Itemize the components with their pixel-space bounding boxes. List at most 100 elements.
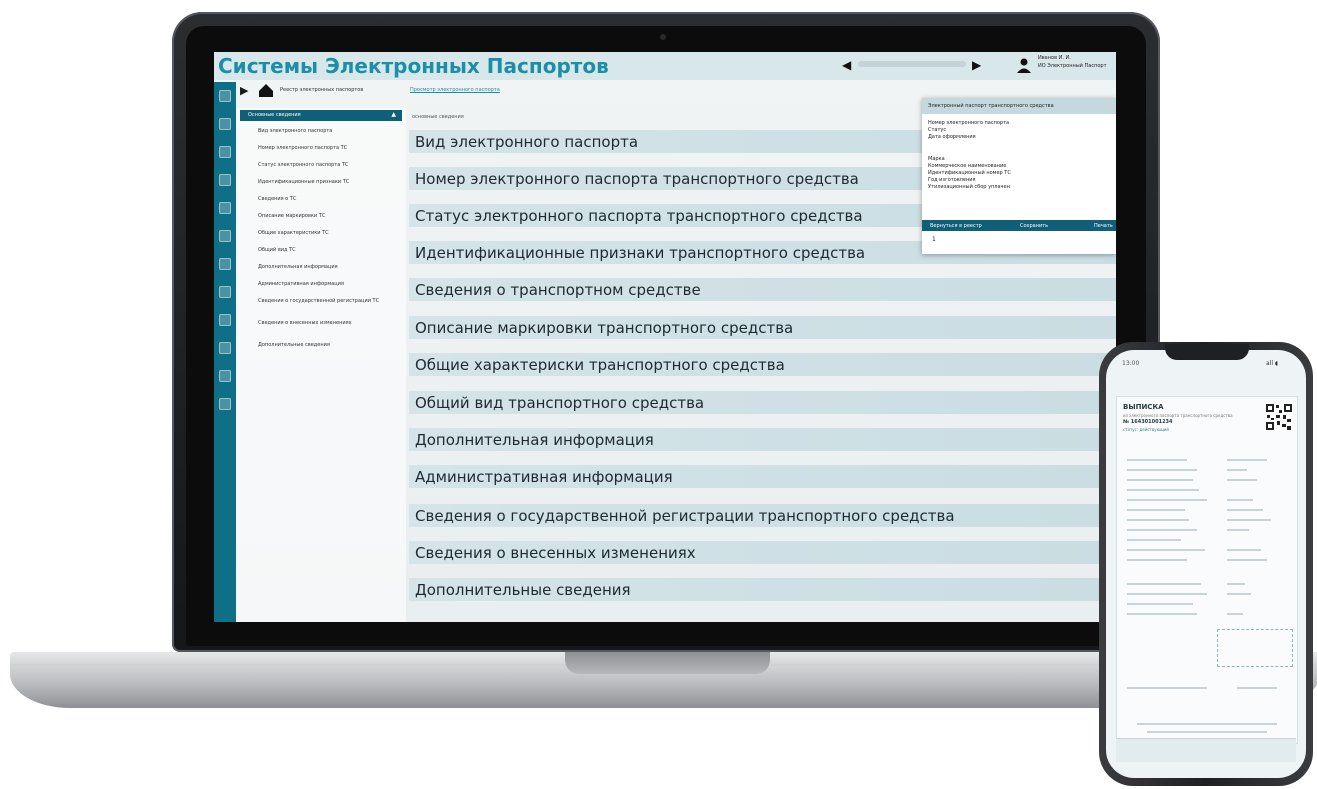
- nav-prev-icon[interactable]: ◀: [842, 58, 851, 72]
- passport-extract-card[interactable]: ВЫПИСКА из электронного паспорта транспо…: [1116, 396, 1298, 744]
- app-title: Системы Электронных Паспортов: [218, 54, 609, 78]
- section-row[interactable]: Сведения о транспортном средстве: [409, 278, 1116, 301]
- lock-icon[interactable]: [219, 342, 231, 354]
- phone-status-icons: all ◖: [1266, 360, 1279, 367]
- sidebar-item[interactable]: Общий вид ТС: [258, 247, 296, 253]
- section-row[interactable]: Дополнительная информация: [409, 428, 1116, 451]
- help-icon[interactable]: [219, 398, 231, 410]
- user-icon[interactable]: [1016, 57, 1032, 73]
- chart-icon[interactable]: [219, 286, 231, 298]
- phone-screen: 13:00 all ◖ ВЫПИСКА из электронного пасп…: [1106, 350, 1306, 778]
- back-to-registry-button[interactable]: Вернуться в реестр: [930, 223, 982, 229]
- save-button[interactable]: Сохранить: [1020, 223, 1048, 229]
- section-label: Вид электронного паспорта: [415, 133, 639, 151]
- section-row[interactable]: Дополнительные сведения: [409, 578, 1116, 601]
- sidebar-item[interactable]: Идентификационные признаки ТС: [258, 179, 349, 185]
- doc-field-line: [1227, 469, 1247, 471]
- sidebar-menu: Основные сведения ▲ Вид электронного пас…: [236, 108, 406, 622]
- doc-field-line: [1137, 723, 1277, 725]
- doc-subtitle: из электронного паспорта транспортного с…: [1123, 413, 1233, 418]
- doc-field-line: [1127, 499, 1207, 501]
- doc-field-line: [1227, 549, 1261, 551]
- sidebar-item-active[interactable]: Основные сведения ▲: [240, 110, 402, 121]
- doc-field-line: [1227, 459, 1267, 461]
- user-name: Иванов И. И.: [1038, 55, 1071, 61]
- popup-field-label: Утилизационный сбор уплачен: [928, 184, 1010, 190]
- breadcrumb-registry-link[interactable]: Реестр электронных паспортов: [280, 87, 363, 93]
- section-label: Административная информация: [415, 468, 673, 486]
- doc-field-line: [1127, 509, 1185, 511]
- doc-field-line: [1227, 479, 1257, 481]
- phone-bottom-bar: [1116, 738, 1296, 762]
- car-icon[interactable]: [219, 174, 231, 186]
- section-row[interactable]: Сведения о внесенных изменениях: [409, 541, 1116, 564]
- doc-field-line: [1127, 469, 1197, 471]
- sidebar-item[interactable]: Номер электронного паспорта ТС: [258, 145, 347, 151]
- list-icon[interactable]: [219, 146, 231, 158]
- doc-title: ВЫПИСКА: [1123, 403, 1164, 411]
- section-row[interactable]: Общие характериски транспортного средств…: [409, 353, 1116, 376]
- sidebar-item[interactable]: Сведения о ТС: [258, 196, 296, 202]
- nav-indicator: [858, 61, 966, 67]
- doc-field-line: [1227, 593, 1251, 595]
- section-label: Сведения о транспортном средстве: [415, 281, 701, 299]
- doc-field-line: [1227, 499, 1253, 501]
- popup-button-bar: Вернуться в реестр Сохранить Печать: [922, 220, 1116, 231]
- print-button[interactable]: Печать: [1094, 223, 1113, 229]
- user-rail-icon[interactable]: [219, 202, 231, 214]
- section-caption: основные сведения: [412, 114, 464, 120]
- doc-field-line: [1227, 509, 1263, 511]
- home-icon[interactable]: [258, 82, 274, 98]
- section-label: Описание маркировки транспортного средст…: [415, 319, 794, 337]
- sidebar-item[interactable]: Описание маркировки ТС: [258, 213, 325, 219]
- popup-field-label: Год изготовления: [928, 177, 976, 183]
- print-icon[interactable]: [219, 370, 231, 382]
- app-header: Системы Электронных Паспортов ◀ ▶ Иванов…: [214, 52, 1116, 80]
- menu-toggle-icon[interactable]: ▶: [240, 84, 248, 97]
- section-row[interactable]: Описание маркировки транспортного средст…: [409, 316, 1116, 339]
- dashboard-icon[interactable]: [219, 90, 231, 102]
- doc-field-line: [1127, 519, 1189, 521]
- sidebar-item[interactable]: Статус электронного паспорта ТС: [258, 162, 348, 168]
- sidebar-item[interactable]: Вид электронного паспорта: [258, 128, 332, 134]
- sidebar-item[interactable]: Дополнительная информация: [258, 264, 338, 270]
- doc-number: № 164301001234: [1123, 419, 1173, 425]
- phone-notch: [1165, 344, 1249, 360]
- doc-field-line: [1127, 529, 1197, 531]
- doc-status: статус: действующий: [1123, 427, 1169, 432]
- doc-field-line: [1127, 549, 1205, 551]
- user-org: ИО Электронный Паспорт: [1038, 63, 1107, 69]
- qr-code-icon: [1265, 403, 1293, 431]
- search-icon[interactable]: [219, 230, 231, 242]
- doc-field-line: [1127, 559, 1187, 561]
- section-row[interactable]: Административная информация: [409, 465, 1116, 488]
- section-row[interactable]: Сведения о государственной регистрации т…: [409, 504, 1116, 527]
- sidebar-item[interactable]: Административная информация: [258, 281, 344, 287]
- nav-next-icon[interactable]: ▶: [972, 58, 981, 72]
- section-label: Сведения о государственной регистрации т…: [415, 507, 955, 525]
- doc-field-line: [1237, 687, 1277, 689]
- gear-icon[interactable]: [219, 258, 231, 270]
- icon-rail: [214, 82, 236, 622]
- section-label: Номер электронного паспорта транспортног…: [415, 170, 859, 188]
- section-row[interactable]: Общий вид транспортного средства: [409, 391, 1116, 414]
- section-label: Общие характериски транспортного средств…: [415, 356, 785, 374]
- archive-icon[interactable]: [219, 314, 231, 326]
- doc-field-line: [1127, 583, 1201, 585]
- doc-field-line: [1127, 479, 1193, 481]
- camera-icon: [660, 34, 666, 40]
- doc-field-line: [1227, 529, 1249, 531]
- doc-field-line: [1227, 613, 1243, 615]
- sidebar-item[interactable]: Сведения о государственной регистрации Т…: [258, 298, 388, 304]
- documents-icon[interactable]: [219, 118, 231, 130]
- popup-field-label: Номер электронного паспорта: [928, 120, 1010, 126]
- doc-field-line: [1227, 519, 1271, 521]
- sidebar-item[interactable]: Сведения о внесенных изменениях: [258, 320, 368, 326]
- caret-up-icon: ▲: [391, 111, 396, 118]
- sidebar-item[interactable]: Общие характеристики ТС: [258, 230, 329, 236]
- breadcrumb-current[interactable]: Просмотр электронного паспорта: [410, 87, 500, 93]
- popup-field-label: Идентификационный номер ТС: [928, 170, 1011, 176]
- sidebar-item[interactable]: Дополнительные сведения: [258, 342, 330, 348]
- doc-field-line: [1127, 613, 1197, 615]
- doc-field-line: [1127, 593, 1207, 595]
